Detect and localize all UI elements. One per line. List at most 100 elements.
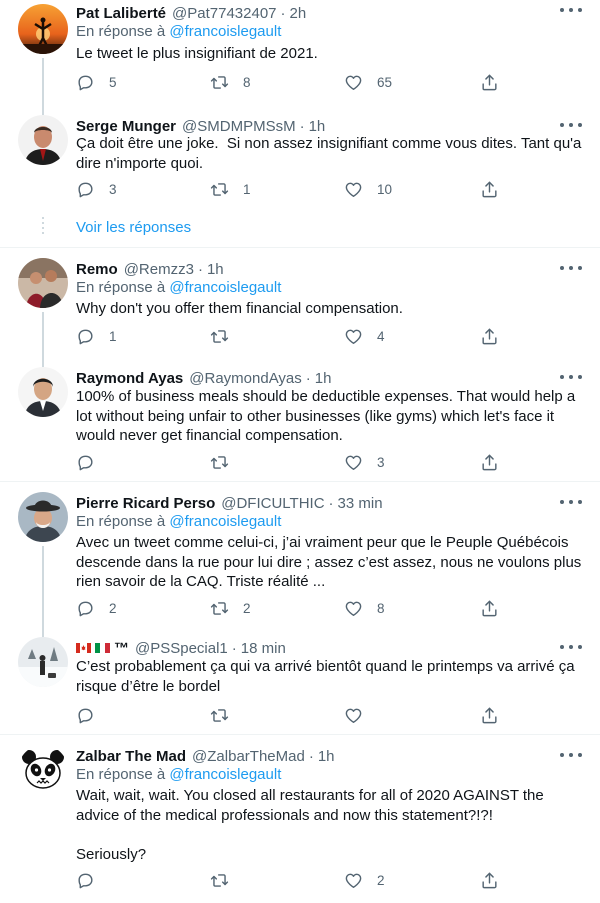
like-icon bbox=[344, 599, 363, 618]
reply-button[interactable] bbox=[76, 705, 109, 725]
display-name[interactable]: Serge Munger bbox=[76, 118, 176, 135]
tweet-header: Pat Laliberté @Pat77432407 · 2h bbox=[76, 2, 306, 24]
reply-mention-link[interactable]: @francoislegault bbox=[169, 23, 281, 40]
retweet-button[interactable] bbox=[210, 452, 243, 472]
avatar[interactable] bbox=[18, 258, 68, 308]
timestamp[interactable]: 33 min bbox=[338, 495, 383, 512]
share-button[interactable] bbox=[480, 179, 499, 199]
separator-dot: · bbox=[299, 117, 305, 135]
user-handle[interactable]: @SMDMPMSsM bbox=[182, 118, 296, 135]
like-button[interactable]: 4 bbox=[344, 326, 385, 346]
avatar[interactable] bbox=[18, 745, 68, 795]
display-name[interactable]: Pierre Ricard Perso bbox=[76, 495, 215, 512]
tweet[interactable]: Remo @Remzz3 · 1h En réponse à @francois… bbox=[0, 258, 600, 367]
user-handle[interactable]: @Pat77432407 bbox=[172, 5, 276, 22]
reply-icon bbox=[76, 73, 95, 92]
reply-button[interactable]: 3 bbox=[76, 179, 117, 199]
retweet-count: 2 bbox=[243, 600, 251, 616]
share-button[interactable] bbox=[480, 870, 499, 890]
reply-mention-link[interactable]: @francoislegault bbox=[169, 513, 281, 530]
retweet-button[interactable] bbox=[210, 870, 243, 890]
tweet-text: Why don't you offer them financial compe… bbox=[76, 300, 403, 317]
retweet-button[interactable]: 8 bbox=[210, 72, 251, 92]
retweet-icon bbox=[210, 327, 229, 346]
divider bbox=[0, 247, 600, 248]
avatar[interactable] bbox=[18, 367, 68, 417]
reply-button[interactable]: 5 bbox=[76, 72, 117, 92]
tweet-text: Avec un tweet comme celui-ci, j’ai vraim… bbox=[76, 534, 586, 590]
display-name[interactable]: Raymond Ayas bbox=[76, 370, 183, 387]
display-name[interactable]: Zalbar The Mad bbox=[76, 748, 186, 765]
reply-button[interactable] bbox=[76, 452, 109, 472]
like-count: 10 bbox=[377, 181, 393, 197]
more-icon[interactable] bbox=[560, 639, 582, 655]
retweet-button[interactable]: 1 bbox=[210, 179, 251, 199]
retweet-button[interactable] bbox=[210, 326, 243, 346]
tweet[interactable]: Zalbar The Mad @ZalbarTheMad · 1h En rép… bbox=[0, 745, 600, 900]
avatar[interactable] bbox=[18, 115, 68, 165]
user-handle[interactable]: @PSSpecial1 bbox=[135, 640, 228, 657]
more-icon[interactable] bbox=[560, 2, 582, 18]
retweet-button[interactable]: 2 bbox=[210, 598, 251, 618]
tweet-header: ™ @PSSpecial1 · 18 min bbox=[76, 637, 286, 659]
more-icon[interactable] bbox=[560, 260, 582, 276]
share-button[interactable] bbox=[480, 452, 499, 472]
retweet-icon bbox=[210, 180, 229, 199]
tweet[interactable]: Serge Munger @SMDMPMSsM · 1h Ça doit êtr… bbox=[0, 115, 600, 210]
canada-flag-icon bbox=[76, 643, 91, 653]
replies-feed: Pat Laliberté @Pat77432407 · 2h En répon… bbox=[0, 0, 600, 903]
reply-button[interactable]: 1 bbox=[76, 326, 117, 346]
more-icon[interactable] bbox=[560, 369, 582, 385]
reply-button[interactable] bbox=[76, 870, 109, 890]
like-button[interactable]: 3 bbox=[344, 452, 385, 472]
like-count: 2 bbox=[377, 872, 385, 888]
tweet[interactable]: Pierre Ricard Perso @DFICULTHIC · 33 min… bbox=[0, 492, 600, 637]
reply-mention-link[interactable]: @francoislegault bbox=[169, 279, 281, 296]
avatar[interactable] bbox=[18, 4, 68, 54]
tweet[interactable]: Raymond Ayas @RaymondAyas · 1h 100% of b… bbox=[0, 367, 600, 482]
timestamp[interactable]: 18 min bbox=[241, 640, 286, 657]
tweet[interactable]: Pat Laliberté @Pat77432407 · 2h En répon… bbox=[0, 0, 600, 115]
separator-dot: · bbox=[197, 260, 203, 278]
tweet-header: Pierre Ricard Perso @DFICULTHIC · 33 min bbox=[76, 492, 383, 514]
timestamp[interactable]: 1h bbox=[318, 748, 335, 765]
share-button[interactable] bbox=[480, 326, 499, 346]
display-name[interactable]: Remo bbox=[76, 261, 118, 278]
see-replies-link[interactable]: Voir les réponses bbox=[76, 219, 191, 236]
reply-mention-link[interactable]: @francoislegault bbox=[169, 766, 281, 783]
avatar[interactable] bbox=[18, 492, 68, 542]
like-button[interactable]: 65 bbox=[344, 72, 392, 92]
like-count: 65 bbox=[377, 74, 393, 90]
reply-button[interactable]: 2 bbox=[76, 598, 117, 618]
more-icon[interactable] bbox=[560, 117, 582, 133]
user-handle[interactable]: @Remzz3 bbox=[124, 261, 194, 278]
separator-dot: · bbox=[328, 494, 334, 512]
share-button[interactable] bbox=[480, 705, 499, 725]
tweet-actions: 3 1 10 bbox=[76, 179, 586, 199]
timestamp[interactable]: 2h bbox=[290, 5, 307, 22]
display-name[interactable]: Pat Laliberté bbox=[76, 5, 166, 22]
user-handle[interactable]: @DFICULTHIC bbox=[221, 495, 324, 512]
retweet-button[interactable] bbox=[210, 705, 243, 725]
user-handle[interactable]: @ZalbarTheMad bbox=[192, 748, 305, 765]
share-button[interactable] bbox=[480, 598, 499, 618]
like-button[interactable]: 2 bbox=[344, 870, 385, 890]
avatar[interactable] bbox=[18, 637, 68, 687]
share-button[interactable] bbox=[480, 72, 499, 92]
share-icon bbox=[480, 706, 499, 725]
reply-prefix: En réponse à bbox=[76, 23, 166, 40]
timestamp[interactable]: 1h bbox=[315, 370, 332, 387]
share-icon bbox=[480, 599, 499, 618]
timestamp[interactable]: 1h bbox=[207, 261, 224, 278]
tweet[interactable]: ™ @PSSpecial1 · 18 min C’est probablemen… bbox=[0, 637, 600, 732]
tweet-text: C’est probablement ça qui va arrivé bien… bbox=[76, 658, 579, 695]
like-button[interactable]: 8 bbox=[344, 598, 385, 618]
display-name[interactable]: ™ bbox=[114, 640, 129, 657]
tweet-header: Raymond Ayas @RaymondAyas · 1h bbox=[76, 367, 331, 389]
more-icon[interactable] bbox=[560, 747, 582, 763]
like-button[interactable] bbox=[344, 705, 377, 725]
user-handle[interactable]: @RaymondAyas bbox=[189, 370, 302, 387]
more-icon[interactable] bbox=[560, 494, 582, 510]
like-button[interactable]: 10 bbox=[344, 179, 392, 199]
timestamp[interactable]: 1h bbox=[309, 118, 326, 135]
